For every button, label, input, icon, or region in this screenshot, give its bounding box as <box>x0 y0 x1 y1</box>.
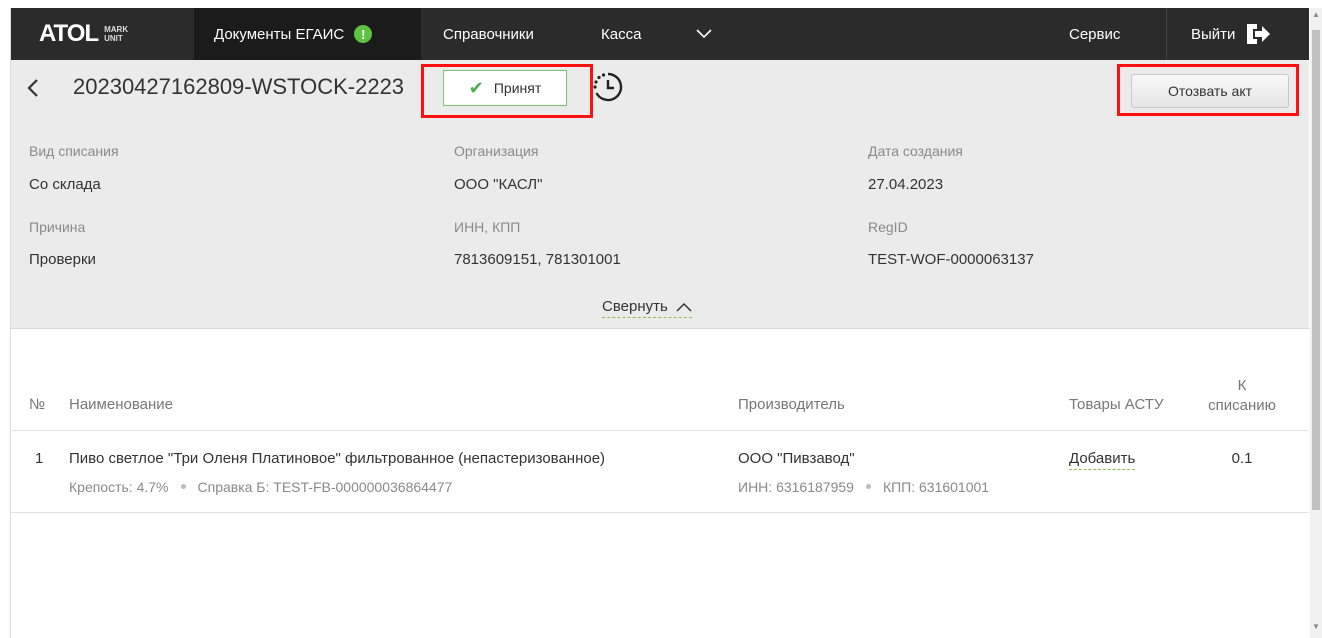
top-navbar: ATOL MARK UNIT Документы ЕГАИС ! Справоч… <box>11 8 1309 60</box>
back-arrow-icon[interactable] <box>23 76 45 100</box>
writeoff-qty: 0.1 <box>1231 450 1253 467</box>
red-highlight-revoke <box>1117 64 1299 116</box>
scroll-up-icon[interactable]: ▲ <box>1312 10 1320 19</box>
document-title: 20230427162809-WSTOCK-2223 <box>73 74 405 99</box>
nav-service-label: Сервис <box>1069 25 1121 43</box>
vertical-scrollbar[interactable]: ▲ ▼ <box>1310 8 1322 638</box>
separator-dot <box>865 484 871 490</box>
col-goods: Товары АСТУ <box>1069 396 1164 413</box>
organization-value: ООО "КАСЛ" <box>454 176 543 193</box>
alert-icon: ! <box>354 25 373 43</box>
add-goods-label[interactable]: Добавить <box>1069 450 1136 470</box>
app-window: ATOL MARK UNIT Документы ЕГАИС ! Справоч… <box>10 8 1309 638</box>
inn-kpp-value: 7813609151, 781301001 <box>454 251 621 268</box>
col-manufacturer: Производитель <box>738 396 845 413</box>
regid-label: RegID <box>868 219 908 235</box>
scroll-down-icon[interactable]: ▼ <box>1312 622 1320 631</box>
chevron-down-icon <box>696 29 712 39</box>
red-highlight-status <box>421 64 593 118</box>
logo-text: ATOL <box>39 20 99 47</box>
created-date-value: 27.04.2023 <box>868 176 944 193</box>
chevron-up-icon <box>676 302 692 312</box>
nav-kassa-label: Касса <box>601 25 642 43</box>
inn-kpp-label: ИНН, КПП <box>454 219 521 235</box>
nav-egais-documents[interactable]: Документы ЕГАИС ! <box>194 8 421 60</box>
collapse-toggle[interactable]: Свернуть <box>602 298 692 318</box>
atol-logo[interactable]: ATOL MARK UNIT <box>39 18 128 50</box>
document-header: 20230427162809-WSTOCK-2223 ✔ Принят Отоз… <box>11 60 1309 120</box>
row-number: 1 <box>35 450 44 467</box>
nav-reference-label: Справочники <box>443 25 534 43</box>
collapse-label: Свернуть <box>602 298 668 315</box>
writeoff-type-label: Вид списания <box>29 143 119 159</box>
manufacturer-name: ООО "Пивзавод" <box>738 450 855 467</box>
logo-subtext: MARK UNIT <box>104 25 129 43</box>
product-name: Пиво светлое "Три Оленя Платиновое" филь… <box>69 450 606 467</box>
col-writeoff: К списанию <box>1208 377 1276 414</box>
nav-service[interactable]: Сервис <box>1069 8 1120 60</box>
reason-label: Причина <box>29 219 86 235</box>
nav-kassa[interactable]: Касса <box>601 8 641 60</box>
manufacturer-kpp: КПП: 631601001 <box>882 479 990 495</box>
logout-label: Выйти <box>1191 25 1236 43</box>
organization-label: Организация <box>454 143 539 159</box>
table-header: № Наименование Производитель Товары АСТУ… <box>11 368 1309 431</box>
nav-reference[interactable]: Справочники <box>443 8 534 60</box>
writeoff-type-value: Со склада <box>29 176 101 193</box>
col-number: № <box>29 396 46 413</box>
history-icon[interactable] <box>591 70 625 104</box>
add-goods-link[interactable]: Добавить <box>1069 450 1136 470</box>
reason-value: Проверки <box>29 251 96 268</box>
manufacturer-meta: ИНН: 6316187959 КПП: 631601001 <box>738 479 989 495</box>
table-row: 1 Пиво светлое "Три Оленя Платиновое" фи… <box>11 430 1309 513</box>
separator-dot <box>180 484 186 490</box>
product-strength: Крепость: 4.7% <box>69 479 169 495</box>
scrollbar-thumb[interactable] <box>1312 30 1320 510</box>
regid-value: TEST-WOF-0000063137 <box>868 251 1034 268</box>
logout-icon <box>1247 24 1271 44</box>
nav-egais-documents-label: Документы ЕГАИС <box>214 25 345 43</box>
nav-more-chevron[interactable] <box>696 8 712 60</box>
product-cert: Справка Б: TEST-FB-000000036864477 <box>197 479 453 495</box>
product-meta: Крепость: 4.7% Справка Б: TEST-FB-0000000… <box>69 479 452 495</box>
manufacturer-inn: ИНН: 6316187959 <box>738 479 854 495</box>
document-details: Вид списания Со склада Организация ООО "… <box>11 120 1309 329</box>
created-date-label: Дата создания <box>868 143 963 159</box>
col-name: Наименование <box>69 396 173 413</box>
logout-button[interactable]: Выйти <box>1166 8 1309 60</box>
